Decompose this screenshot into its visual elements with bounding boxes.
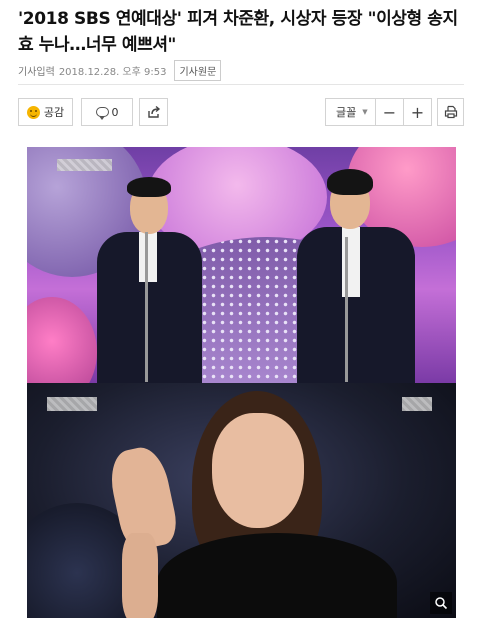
- speech-bubble-icon: [95, 107, 109, 120]
- printer-icon: [444, 105, 457, 119]
- blurred-logo: [57, 159, 112, 171]
- original-article-button[interactable]: 기사원문: [174, 59, 222, 81]
- header-divider: [18, 84, 464, 85]
- disco-ball-decoration: [27, 297, 97, 384]
- published-date: 2018.12.28. 오후 9:53: [58, 66, 167, 78]
- like-button[interactable]: 공감: [18, 98, 73, 126]
- comment-button[interactable]: 0: [81, 98, 133, 126]
- article-headline: '2018 SBS 연예대상' 피겨 차준환, 시상자 등장 "이상형 송지효 …: [18, 9, 458, 55]
- blurred-logo: [402, 397, 432, 411]
- font-increase-button[interactable]: +: [403, 98, 432, 126]
- magnifier-zoom-icon: [435, 597, 448, 610]
- article-toolbar: 공감 0 글꼴 ▼ − +: [18, 98, 464, 126]
- article-meta: 기사입력 2018.12.28. 오후 9:53 기사원문: [18, 59, 222, 81]
- article-photo-waving: [27, 383, 456, 618]
- print-button[interactable]: [437, 98, 464, 126]
- comment-count: 0: [111, 105, 119, 119]
- published-label: 기사입력: [18, 66, 55, 78]
- like-label: 공감: [43, 106, 65, 119]
- share-arrow-icon: [147, 105, 160, 118]
- font-decrease-button[interactable]: −: [375, 98, 404, 126]
- chevron-down-icon: ▼: [362, 108, 368, 116]
- blurred-logo: [47, 397, 97, 411]
- font-label: 글꼴: [336, 106, 357, 119]
- article-photo-stage: [27, 147, 456, 384]
- smile-icon: [26, 105, 40, 119]
- share-button[interactable]: [139, 98, 168, 126]
- font-dropdown[interactable]: 글꼴 ▼: [325, 98, 376, 126]
- minus-label: −: [382, 102, 397, 122]
- microphone-stand: [345, 237, 348, 382]
- zoom-button[interactable]: [430, 592, 452, 614]
- microphone-stand: [145, 232, 148, 382]
- plus-label: +: [410, 102, 425, 122]
